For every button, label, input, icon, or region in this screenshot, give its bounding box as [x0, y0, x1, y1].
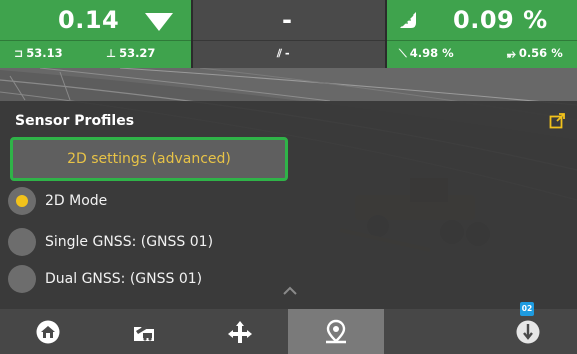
main-slope-readout: ⟍ 4.98 %: [399, 46, 454, 61]
slope-value: 0.09 %: [453, 6, 548, 34]
radio-selected[interactable]: [8, 187, 36, 215]
divider: [193, 40, 385, 41]
bottom-nav: 02: [0, 302, 577, 354]
slope-icon: [400, 12, 416, 28]
sensor-profiles-panel: Sensor Profiles 2D settings (advanced) 2…: [0, 101, 577, 309]
nav-guidance[interactable]: [192, 309, 288, 354]
nav-home[interactable]: [0, 309, 96, 354]
main-slope-value: 4.98 %: [409, 46, 454, 60]
right-elevation-readout: ⊥ 53.27: [106, 46, 155, 60]
home-icon: [36, 320, 60, 343]
divider: [0, 40, 191, 41]
secondary-slope-readout: ⥵ 0.56 %: [507, 46, 563, 61]
option-dual-gnss[interactable]: Dual GNSS: (GNSS 01): [8, 265, 202, 293]
cross-slope-panel[interactable]: - ⫽ -: [193, 0, 387, 68]
divider: [387, 40, 577, 41]
status-bar: 0.14 ⊐ 53.13 ⊥ 53.27 - ⫽ - 0.09 % ⟍ 4.98 % ⥵…: [0, 0, 577, 68]
down-arrow-icon: [145, 13, 173, 31]
secondary-slope-icon: ⥵: [507, 47, 516, 60]
nav-files[interactable]: [96, 309, 192, 354]
nav-gnss[interactable]: 02: [480, 302, 576, 354]
folder-machine-icon: [134, 324, 154, 341]
right-elevation-value: 53.27: [119, 46, 156, 60]
secondary-slope-value: 0.56 %: [518, 46, 563, 60]
nav-position[interactable]: [288, 309, 384, 354]
main-slope-icon: ⟍: [399, 47, 407, 60]
location-pin-icon: [326, 319, 346, 343]
left-elevation-value: 53.13: [26, 46, 63, 60]
cross-slope-value: -: [282, 6, 293, 34]
slope-panel[interactable]: 0.09 % ⟍ 4.98 % ⥵ 0.56 %: [387, 0, 577, 68]
option-label: 2D Mode: [45, 193, 108, 209]
cross-arrows-icon: [228, 320, 252, 343]
radio-unselected[interactable]: [8, 265, 36, 293]
blade-right-elevation-icon: ⊥: [106, 47, 117, 60]
left-elevation-readout: ⊐ 53.13: [14, 46, 63, 60]
nav-blank: [384, 309, 480, 354]
option-2d-mode[interactable]: 2D Mode: [8, 187, 107, 215]
chevron-up-icon[interactable]: [282, 286, 298, 296]
cross-slope-sub-value: -: [284, 46, 290, 60]
cross-slope-icon: ⫽: [277, 47, 282, 60]
cross-slope-readout: ⫽ -: [277, 46, 290, 61]
gnss-receiver-icon: [516, 320, 540, 343]
gnss-count-badge: 02: [520, 302, 534, 316]
option-single-gnss[interactable]: Single GNSS: (GNSS 01): [8, 228, 213, 256]
elevation-panel[interactable]: 0.14 ⊐ 53.13 ⊥ 53.27: [0, 0, 193, 68]
radio-unselected[interactable]: [8, 228, 36, 256]
option-label: Single GNSS: (GNSS 01): [45, 234, 214, 250]
elevation-value: 0.14: [58, 6, 120, 34]
advanced-2d-settings-button[interactable]: 2D settings (advanced): [10, 137, 288, 181]
external-link-icon[interactable]: [549, 113, 565, 129]
sensor-profiles-title: Sensor Profiles: [15, 113, 135, 129]
blade-left-elevation-icon: ⊐: [14, 47, 24, 60]
option-label: Dual GNSS: (GNSS 01): [45, 271, 203, 287]
